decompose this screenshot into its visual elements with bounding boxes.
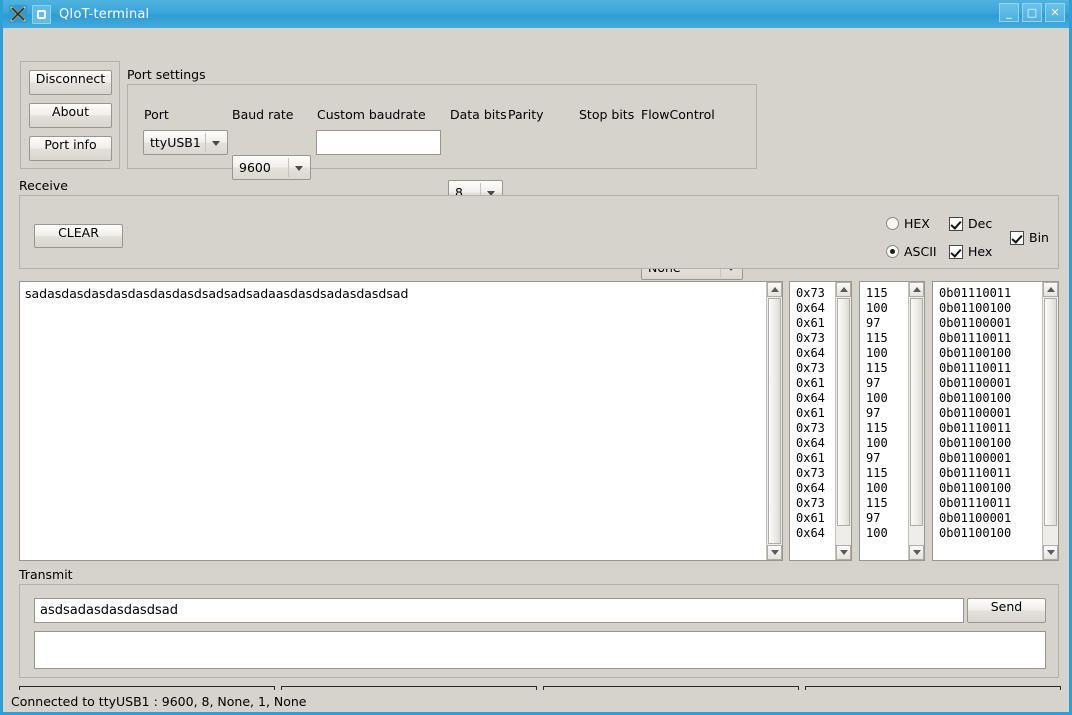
receive-ascii-text: sadasdasdasdasdasdasdasdsadsadsadaasdasd… [25, 286, 409, 301]
scroll-up-button[interactable] [1043, 282, 1058, 297]
transmit-group: Send [19, 584, 1059, 678]
transmit-title: Transmit [19, 567, 73, 582]
receive-bin-text: 0b01110011 0b01100100 0b01100001 0b01110… [939, 286, 1012, 540]
receive-dec-scrollbar[interactable] [908, 282, 924, 560]
triangle-down-icon [770, 550, 779, 555]
receive-group: CLEAR HEX ASCII Dec Hex Bin [19, 195, 1059, 269]
bin-checkbox-option[interactable]: Bin [1010, 230, 1049, 245]
baud-rate-select-value: 9600 [239, 160, 271, 175]
receive-dec-pane[interactable]: 115 100 97 115 100 115 97 100 97 115 100… [859, 281, 925, 561]
data-bits-label: Data bits [450, 107, 507, 122]
dec-checkbox-label: Dec [968, 216, 993, 231]
scrollbar-thumb[interactable] [1044, 298, 1057, 526]
triangle-up-icon [839, 287, 848, 292]
window-controls: _ □ ✕ [999, 3, 1065, 22]
scroll-up-button[interactable] [767, 282, 782, 297]
port-settings-group: Port Baud rate Custom baudrate Data bits… [127, 84, 757, 280]
scroll-down-button[interactable] [767, 545, 782, 560]
parity-label: Parity [508, 107, 544, 122]
clear-button[interactable]: CLEAR [34, 224, 123, 248]
send-button[interactable]: Send [967, 598, 1046, 623]
hex-radio-icon [886, 217, 899, 230]
app-window-icon [32, 4, 51, 24]
about-button[interactable]: About [29, 103, 112, 128]
receive-bin-scrollbar[interactable] [1042, 282, 1058, 560]
close-button[interactable]: ✕ [1045, 3, 1065, 22]
receive-dec-text: 115 100 97 115 100 115 97 100 97 115 100… [866, 286, 888, 540]
scrollbar-thumb[interactable] [837, 298, 850, 526]
port-select-divider [205, 133, 206, 152]
hex-checkbox-icon [949, 244, 963, 259]
scroll-up-button[interactable] [909, 282, 924, 297]
chevron-down-icon [212, 140, 220, 146]
transmit-input[interactable] [34, 598, 964, 623]
chevron-down-icon [295, 165, 303, 171]
scrollbar-thumb[interactable] [910, 298, 923, 526]
receive-title: Receive [19, 178, 68, 193]
port-select-value: ttyUSB1 [150, 135, 201, 150]
triangle-up-icon [912, 287, 921, 292]
custom-baudrate-input[interactable] [316, 130, 441, 155]
flow-control-label: FlowControl [641, 107, 715, 122]
scroll-down-button[interactable] [836, 545, 851, 560]
maximize-button[interactable]: □ [1022, 3, 1042, 22]
receive-ascii-scrollbar[interactable] [766, 282, 782, 560]
triangle-up-icon [770, 287, 779, 292]
triangle-up-icon [1046, 287, 1055, 292]
action-buttons-frame: Disconnect About Port info [20, 61, 120, 169]
scroll-up-button[interactable] [836, 282, 851, 297]
triangle-down-icon [912, 550, 921, 555]
dec-checkbox-icon [949, 216, 963, 231]
baud-rate-label: Baud rate [232, 107, 294, 122]
baud-rate-select-divider [288, 158, 289, 177]
baud-rate-select[interactable]: 9600 [232, 155, 311, 180]
title-bar: QIoT-terminal _ □ ✕ [3, 0, 1069, 28]
port-label: Port [144, 107, 169, 122]
dec-checkbox-option[interactable]: Dec [949, 216, 992, 231]
hex-checkbox-label: Hex [968, 244, 993, 259]
receive-hex-text: 0x73 0x64 0x61 0x73 0x64 0x73 0x61 0x64 … [796, 286, 825, 540]
ascii-radio-icon [886, 245, 899, 258]
status-bar: Connected to ttyUSB1 : 9600, 8, None, 1,… [3, 690, 1069, 712]
hex-radio-option[interactable]: HEX [886, 216, 930, 231]
hex-checkbox-option[interactable]: Hex [949, 244, 992, 259]
port-settings-title: Port settings [127, 67, 206, 82]
window-title: QIoT-terminal [59, 6, 150, 22]
receive-hex-pane[interactable]: 0x73 0x64 0x61 0x73 0x64 0x73 0x61 0x64 … [789, 281, 852, 561]
receive-ascii-pane[interactable]: sadasdasdasdasdasdasdasdsadsadsadaasdasd… [19, 281, 783, 561]
hex-radio-label: HEX [904, 216, 930, 231]
ascii-radio-option[interactable]: ASCII [886, 244, 937, 259]
scrollbar-thumb[interactable] [768, 298, 781, 544]
title-bar-icons [9, 4, 51, 24]
receive-bin-pane[interactable]: 0b01110011 0b01100100 0b01100001 0b01110… [932, 281, 1059, 561]
bin-checkbox-icon [1010, 230, 1024, 245]
client-area: Disconnect About Port info Port settings… [3, 28, 1069, 712]
receive-hex-scrollbar[interactable] [835, 282, 851, 560]
content-area: Disconnect About Port info Port settings… [3, 28, 1069, 705]
ascii-radio-label: ASCII [904, 244, 937, 259]
disconnect-button[interactable]: Disconnect [29, 70, 112, 95]
minimize-button[interactable]: _ [999, 3, 1019, 22]
port-info-button[interactable]: Port info [29, 136, 112, 161]
application-window: QIoT-terminal _ □ ✕ Disconnect About Por… [0, 0, 1072, 715]
scroll-down-button[interactable] [1043, 545, 1058, 560]
scroll-down-button[interactable] [909, 545, 924, 560]
stop-bits-label: Stop bits [579, 107, 635, 122]
status-bar-text: Connected to ttyUSB1 : 9600, 8, None, 1,… [11, 693, 307, 709]
triangle-down-icon [839, 550, 848, 555]
xterm-logo-icon [9, 5, 27, 23]
triangle-down-icon [1046, 550, 1055, 555]
bin-checkbox-label: Bin [1029, 230, 1049, 245]
port-select[interactable]: ttyUSB1 [143, 130, 228, 155]
transmit-multiline-input[interactable] [34, 631, 1046, 669]
custom-baudrate-label: Custom baudrate [317, 107, 426, 122]
